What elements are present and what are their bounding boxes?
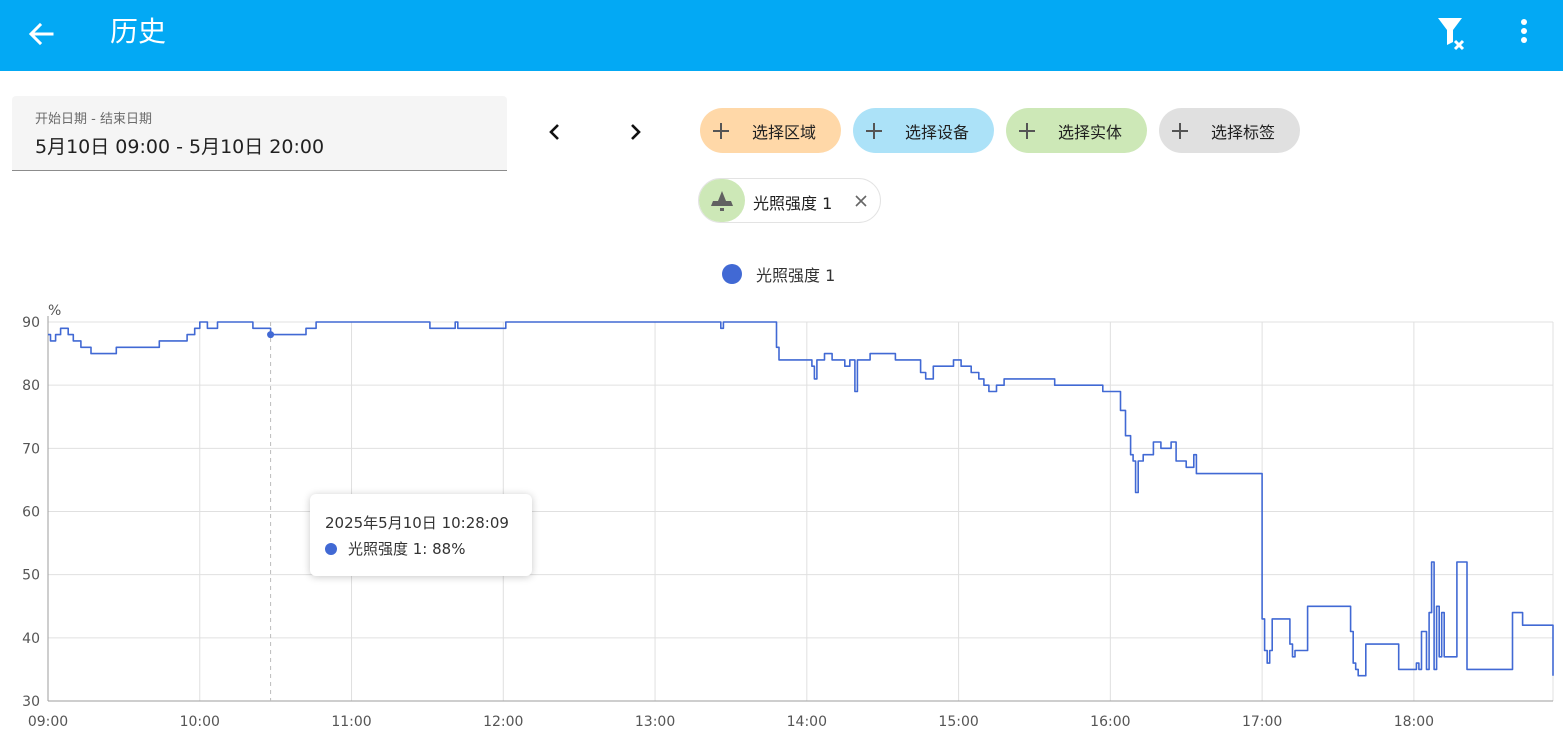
x-tick-label: 16:00 (1090, 714, 1130, 730)
top-app-bar: 历史 (0, 0, 1563, 71)
select-device-label: 选择设备 (905, 122, 970, 142)
tooltip-value-row: 光照强度 1: 88% (325, 538, 465, 559)
x-tick-label: 18:00 (1394, 714, 1434, 730)
plus-icon (1172, 122, 1188, 139)
x-tick-label: 12:00 (483, 714, 523, 730)
entity-icon-wrap (699, 179, 745, 222)
select-label-chip[interactable]: 选择标签 (1159, 108, 1300, 153)
remove-entity-button[interactable] (851, 191, 871, 211)
plus-icon (713, 122, 729, 139)
select-area-chip[interactable]: 选择区域 (700, 108, 841, 153)
y-tick-label: 70 (22, 441, 40, 457)
y-tick-label: 90 (22, 315, 40, 331)
select-label-label: 选择标签 (1211, 122, 1276, 142)
select-device-chip[interactable]: 选择设备 (853, 108, 994, 153)
x-tick-label: 17:00 (1242, 714, 1282, 730)
selected-entity-chip[interactable]: 光照强度 1 (698, 178, 881, 223)
bell-icon (711, 191, 733, 211)
x-tick-label: 10:00 (180, 714, 220, 730)
tooltip-marker (325, 542, 337, 555)
previous-range-button[interactable] (537, 114, 573, 150)
legend-label: 光照强度 1 (756, 266, 836, 285)
date-range-picker[interactable]: 开始日期 - 结束日期 5月10日 09:00 - 5月10日 20:00 (12, 96, 507, 171)
filter-remove-icon[interactable] (1432, 14, 1472, 54)
tooltip-value: 光照强度 1: 88% (348, 540, 466, 558)
y-tick-label: 30 (22, 694, 40, 710)
close-icon (855, 195, 867, 207)
dots-vertical-icon[interactable] (1506, 14, 1542, 54)
legend-marker (722, 264, 742, 284)
x-tick-label: 11:00 (331, 714, 371, 730)
y-tick-label: 40 (22, 631, 40, 647)
select-entity-chip[interactable]: 选择实体 (1006, 108, 1147, 153)
plus-icon (1019, 122, 1035, 139)
chevron-left-icon (549, 124, 559, 140)
y-tick-label: 50 (22, 568, 40, 584)
selected-entity-name: 光照强度 1 (753, 194, 833, 213)
hover-point (267, 331, 275, 339)
arrow-left-icon[interactable] (22, 14, 62, 54)
y-tick-label: 60 (22, 505, 40, 521)
x-tick-label: 09:00 (28, 714, 68, 730)
select-entity-label: 选择实体 (1058, 122, 1123, 142)
series-line (48, 321, 1554, 677)
chart-tooltip: 2025年5月10日 10:28:09 光照强度 1: 88% (310, 494, 532, 576)
date-range-label: 开始日期 - 结束日期 (35, 112, 152, 127)
next-range-button[interactable] (617, 114, 653, 150)
history-chart[interactable]: 30 40 50 60 70 80 90 09:00 10:00 11:00 12:00 13:00 1… (0, 290, 1563, 738)
y-tick-label: 80 (22, 378, 40, 394)
chevron-right-icon (631, 124, 641, 140)
y-axis-unit: % (48, 303, 61, 319)
select-area-label: 选择区域 (752, 122, 817, 142)
tooltip-time: 2025年5月10日 10:28:09 (325, 514, 509, 532)
chart-legend-item[interactable]: 光照强度 1 (722, 262, 835, 286)
x-tick-label: 14:00 (787, 714, 827, 730)
page-title: 历史 (110, 15, 167, 48)
x-tick-label: 15:00 (938, 714, 978, 730)
date-range-value: 5月10日 09:00 - 5月10日 20:00 (35, 136, 325, 158)
plus-icon (866, 122, 882, 139)
x-tick-label: 13:00 (635, 714, 675, 730)
